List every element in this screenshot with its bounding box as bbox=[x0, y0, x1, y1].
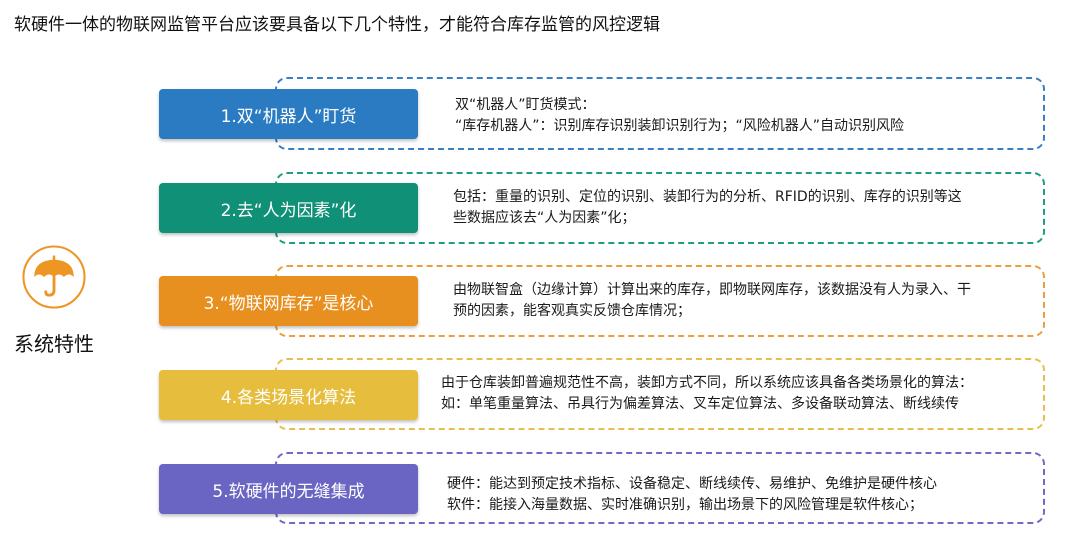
feature-desc-2: 包括：重量的识别、定位的识别、装卸行为的分析、RFID的识别、库存的识别等这 些… bbox=[453, 187, 1033, 229]
feature-tag-3: 3.“物联网库存”是核心 bbox=[159, 276, 418, 326]
feature-tag-1: 1.双“机器人”盯货 bbox=[159, 89, 418, 139]
feature-desc-3: 由物联智盒（边缘计算）计算出来的库存，即物联网库存，该数据没有人为录入、干 预的… bbox=[453, 280, 1033, 322]
feature-desc-2-line-2: 些数据应该去“人为因素”化； bbox=[453, 210, 636, 226]
feature-desc-3-line-2: 预的因素，能客观真实反馈仓库情况； bbox=[453, 303, 691, 319]
feature-tag-5: 5.软硬件的无缝集成 bbox=[159, 464, 418, 514]
feature-desc-1-line-2: “库存机器人”：识别库存识别装卸识别行为；“风险机器人”自动识别风险 bbox=[455, 118, 905, 134]
feature-desc-3-line-1: 由物联智盒（边缘计算）计算出来的库存，即物联网库存，该数据没有人为录入、干 bbox=[453, 282, 971, 298]
feature-tag-4: 4.各类场景化算法 bbox=[159, 370, 418, 420]
feature-desc-2-line-1: 包括：重量的识别、定位的识别、装卸行为的分析、RFID的识别、库存的识别等这 bbox=[453, 189, 962, 205]
feature-desc-1: 双“机器人”盯货模式： “库存机器人”：识别库存识别装卸识别行为；“风险机器人”… bbox=[455, 95, 1035, 137]
feature-desc-4-line-2: 如：单笔重量算法、吊具行为偏差算法、叉车定位算法、多设备联动算法、断线续传 bbox=[441, 396, 959, 412]
system-features-label: 系统特性 bbox=[14, 332, 94, 356]
feature-desc-1-line-1: 双“机器人”盯货模式： bbox=[455, 97, 596, 113]
page-title: 软硬件一体的物联网监管平台应该要具备以下几个特性，才能符合库存监管的风控逻辑 bbox=[14, 15, 660, 35]
feature-desc-4-line-1: 由于仓库装卸普遍规范性不高，装卸方式不同，所以系统应该具备各类场景化的算法： bbox=[441, 375, 973, 391]
umbrella-icon bbox=[22, 245, 86, 309]
feature-desc-5: 硬件：能达到预定技术指标、设备稳定、断线续传、易维护、免维护是硬件核心 软件：能… bbox=[447, 474, 1027, 516]
feature-desc-5-line-1: 硬件：能达到预定技术指标、设备稳定、断线续传、易维护、免维护是硬件核心 bbox=[447, 476, 937, 492]
feature-desc-5-line-2: 软件：能接入海量数据、实时准确识别，输出场景下的风险管理是软件核心； bbox=[447, 497, 923, 513]
feature-desc-4: 由于仓库装卸普遍规范性不高，装卸方式不同，所以系统应该具备各类场景化的算法： 如… bbox=[441, 373, 1021, 415]
feature-tag-2: 2.去“人为因素”化 bbox=[159, 183, 418, 233]
